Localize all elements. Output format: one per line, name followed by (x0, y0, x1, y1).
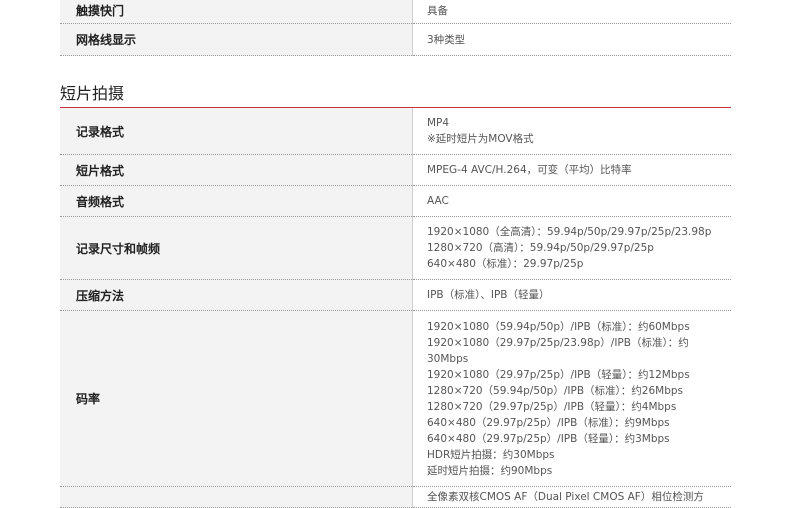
spec-row: 记录尺寸和帧频 1920×1080（全高清）：59.94p/50p/29.97p… (60, 216, 731, 280)
spec-value-line: 1280×720（高清）：59.94p/50p/29.97p/25p (427, 242, 654, 254)
top-spec-table: 触摸快门 具备 网格线显示 3种类型 (60, 0, 731, 56)
spec-value: AAC (412, 185, 731, 217)
spec-value: 1920×1080（全高清）：59.94p/50p/29.97p/25p/23.… (412, 216, 731, 280)
spec-key: 网格线显示 (60, 23, 413, 56)
spec-value-line: 640×480（标准）：29.97p/25p (427, 258, 584, 270)
section-title: 短片拍摄 (60, 84, 125, 103)
spec-value-line: 1280×720（59.94p/50p）/IPB（标准）：约26Mbps (427, 384, 683, 397)
spec-value-line: IPB（标准）、IPB（轻量） (427, 289, 550, 301)
spec-key: 触摸快门 (60, 0, 413, 24)
spec-value: 具备 (412, 0, 731, 24)
spec-key: 音频格式 (60, 185, 413, 217)
spec-value-line: AAC (427, 195, 449, 207)
spec-row: 压缩方法 IPB（标准）、IPB（轻量） (60, 279, 731, 311)
spec-value-line: 640×480（29.97p/25p）/IPB（标准）：约9Mbps (427, 416, 670, 429)
spec-value-line: 1280×720（29.97p/25p）/IPB（轻量）：约4Mbps (427, 400, 677, 413)
spec-value-line: 30Mbps (427, 352, 469, 365)
spec-value-line: MPEG-4 AVC/H.264，可变（平均）比特率 (427, 164, 632, 176)
spec-row: 网格线显示 3种类型 (60, 23, 731, 56)
spec-value-line: MP4 (427, 117, 450, 129)
spec-value-line: HDR短片拍摄：约30Mbps (427, 448, 555, 461)
spec-row: 短片格式 MPEG-4 AVC/H.264，可变（平均）比特率 (60, 154, 731, 186)
spec-page: 触摸快门 具备 网格线显示 3种类型 短片拍摄 记录格式 MP4 ※延时短片为M… (0, 0, 790, 508)
spec-row: 触摸快门 具备 (60, 0, 731, 24)
spec-value-line: 1920×1080（全高清）：59.94p/50p/29.97p/25p/23.… (427, 226, 712, 238)
spec-value: MP4 ※延时短片为MOV格式 (412, 108, 731, 155)
spec-key: 记录尺寸和帧频 (60, 216, 413, 280)
spec-value-line: 640×480（29.97p/25p）/IPB（轻量）：约3Mbps (427, 432, 670, 445)
spec-value: 1920×1080（59.94p/50p）/IPB（标准）：约60Mbps 19… (412, 310, 731, 487)
spec-value: 全像素双核CMOS AF（Dual Pixel CMOS AF）相位检测方 (412, 486, 731, 508)
video-spec-table: 记录格式 MP4 ※延时短片为MOV格式 短片格式 MPEG-4 AVC/H.2… (60, 108, 731, 508)
spec-value: IPB（标准）、IPB（轻量） (412, 279, 731, 311)
spec-key: 压缩方法 (60, 279, 413, 311)
spec-key: 记录格式 (60, 108, 413, 155)
spec-value-line: 1920×1080（29.97p/25p）/IPB（轻量）：约12Mbps (427, 368, 690, 381)
spec-value-line: 1920×1080（59.94p/50p）/IPB（标准）：约60Mbps (427, 320, 690, 333)
spec-value-line: 延时短片拍摄：约90Mbps (427, 464, 553, 477)
spec-row: 全像素双核CMOS AF（Dual Pixel CMOS AF）相位检测方 (60, 486, 731, 508)
spec-key: 码率 (60, 310, 413, 487)
spec-value-line: ※延时短片为MOV格式 (427, 133, 534, 145)
spec-row: 记录格式 MP4 ※延时短片为MOV格式 (60, 108, 731, 155)
spec-value-line: 全像素双核CMOS AF（Dual Pixel CMOS AF）相位检测方 (427, 491, 704, 503)
spec-value: 3种类型 (412, 23, 731, 56)
spec-key (60, 486, 413, 508)
spec-row: 码率 1920×1080（59.94p/50p）/IPB（标准）：约60Mbps… (60, 310, 731, 487)
spec-row: 音频格式 AAC (60, 185, 731, 217)
spec-key: 短片格式 (60, 154, 413, 186)
spec-value: MPEG-4 AVC/H.264，可变（平均）比特率 (412, 154, 731, 186)
spec-value-line: 1920×1080（29.97p/25p/23.98p）/IPB（标准）：约 (427, 336, 689, 349)
